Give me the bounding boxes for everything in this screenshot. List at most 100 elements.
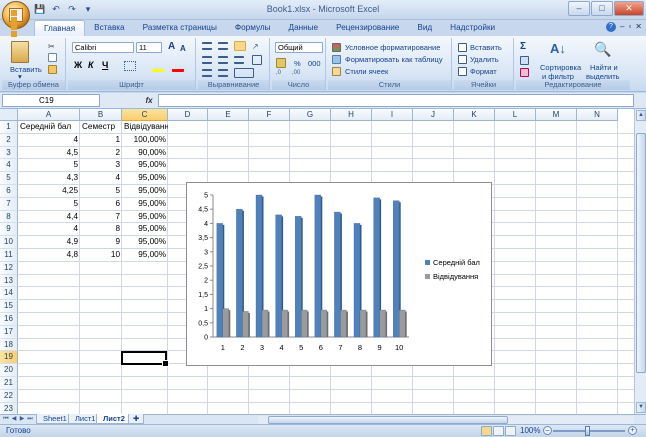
- maximize-button[interactable]: □: [591, 1, 613, 16]
- data-cell[interactable]: 90,00%: [122, 147, 168, 160]
- data-cell[interactable]: 5: [18, 159, 80, 172]
- column-header-H[interactable]: H: [331, 109, 372, 121]
- zoom-level[interactable]: 100%: [520, 425, 540, 437]
- row-header-4[interactable]: 4: [0, 159, 18, 173]
- align-middle-icon[interactable]: [218, 42, 228, 50]
- column-header-J[interactable]: J: [413, 109, 454, 121]
- cut-icon[interactable]: ✂: [48, 42, 56, 51]
- row-header-21[interactable]: 21: [0, 377, 18, 390]
- last-sheet-icon[interactable]: ⏭: [26, 415, 34, 424]
- office-button[interactable]: [2, 1, 30, 37]
- row-header-5[interactable]: 5: [0, 172, 18, 185]
- horizontal-scroll-thumb[interactable]: [268, 416, 508, 424]
- zoom-out-icon[interactable]: –: [543, 426, 552, 435]
- data-cell[interactable]: 95,00%: [122, 223, 168, 236]
- currency-icon[interactable]: [276, 58, 286, 68]
- row-header-6[interactable]: 6: [0, 185, 18, 198]
- header-cell[interactable]: Середній бал: [18, 121, 80, 134]
- zoom-slider-knob[interactable]: [585, 426, 590, 436]
- name-box[interactable]: C19: [2, 94, 100, 107]
- fill-icon[interactable]: [520, 56, 529, 65]
- data-cell[interactable]: 4,25: [18, 185, 80, 198]
- sheet-tab-2[interactable]: Лист2: [96, 414, 132, 424]
- row-header-15[interactable]: 15: [0, 300, 18, 313]
- tab-1[interactable]: Вставка: [85, 20, 133, 36]
- number-format-select[interactable]: Общий: [275, 42, 323, 53]
- column-header-L[interactable]: L: [495, 109, 536, 121]
- column-header-B[interactable]: B: [80, 109, 122, 121]
- grow-font-button[interactable]: A: [168, 42, 175, 52]
- tab-2[interactable]: Разметка страницы: [134, 20, 226, 36]
- row-header-1[interactable]: 1: [0, 121, 18, 134]
- data-cell[interactable]: 95,00%: [122, 172, 168, 185]
- cell-styles-button[interactable]: Стили ячеек: [345, 67, 388, 76]
- data-cell[interactable]: 8: [80, 223, 122, 236]
- autosum-button[interactable]: Σ: [520, 42, 526, 52]
- wrap-text-icon[interactable]: [252, 55, 262, 65]
- tab-7[interactable]: Надстройки: [441, 20, 504, 36]
- delete-cells-icon[interactable]: [458, 55, 467, 64]
- first-sheet-icon[interactable]: ⏮: [2, 415, 10, 424]
- find-select-button[interactable]: Найти и: [590, 63, 618, 72]
- merge-center-icon[interactable]: [234, 68, 254, 78]
- row-header-8[interactable]: 8: [0, 210, 18, 224]
- next-sheet-icon[interactable]: ▶: [18, 415, 26, 424]
- align-center-icon[interactable]: [218, 56, 228, 64]
- data-cell[interactable]: 3: [80, 159, 122, 172]
- row-header-20[interactable]: 20: [0, 364, 18, 377]
- row-header-2[interactable]: 2: [0, 133, 18, 147]
- borders-icon[interactable]: [124, 61, 136, 71]
- data-cell[interactable]: 1: [80, 134, 122, 147]
- page-break-view-button[interactable]: [505, 426, 516, 436]
- find-select-icon[interactable]: 🔍: [594, 41, 612, 59]
- data-cell[interactable]: 95,00%: [122, 198, 168, 211]
- row-header-10[interactable]: 10: [0, 236, 18, 249]
- data-cell[interactable]: 4: [18, 134, 80, 147]
- scroll-up-icon[interactable]: ▲: [636, 110, 646, 121]
- column-header-M[interactable]: M: [536, 109, 577, 121]
- paste-icon[interactable]: [11, 41, 29, 63]
- row-header-11[interactable]: 11: [0, 249, 18, 262]
- row-header-17[interactable]: 17: [0, 325, 18, 339]
- row-header-12[interactable]: 12: [0, 261, 18, 275]
- bold-button[interactable]: Ж: [74, 61, 82, 70]
- data-cell[interactable]: 95,00%: [122, 159, 168, 172]
- column-header-E[interactable]: E: [208, 109, 249, 121]
- row-header-23[interactable]: 23: [0, 402, 18, 414]
- minimize-button[interactable]: –: [568, 1, 590, 16]
- insert-function-button[interactable]: fx: [140, 94, 158, 107]
- data-cell[interactable]: 2: [80, 147, 122, 160]
- normal-view-button[interactable]: [481, 426, 492, 436]
- insert-cells-icon[interactable]: [458, 43, 467, 52]
- column-header-D[interactable]: D: [168, 109, 208, 121]
- row-header-19[interactable]: 19: [0, 351, 18, 365]
- vertical-scroll-thumb[interactable]: [636, 133, 646, 373]
- column-header-N[interactable]: N: [577, 109, 618, 121]
- insert-cells-button[interactable]: Вставить: [470, 43, 502, 52]
- data-cell[interactable]: 4,4: [18, 211, 80, 224]
- underline-button[interactable]: Ч: [102, 61, 108, 70]
- thousands-button[interactable]: 000: [308, 59, 321, 68]
- decrease-decimal-icon[interactable]: ,00: [292, 70, 304, 78]
- data-cell[interactable]: 6: [80, 198, 122, 211]
- fill-color-icon[interactable]: [152, 60, 164, 72]
- vertical-scrollbar[interactable]: ▲ ▼: [634, 109, 646, 414]
- format-as-table-button[interactable]: Форматировать как таблицу: [345, 55, 443, 64]
- page-layout-view-button[interactable]: [493, 426, 504, 436]
- data-cell[interactable]: 4,5: [18, 147, 80, 160]
- data-cell[interactable]: 10: [80, 249, 122, 262]
- row-header-9[interactable]: 9: [0, 223, 18, 237]
- column-header-G[interactable]: G: [290, 109, 331, 121]
- data-cell[interactable]: 4,3: [18, 172, 80, 185]
- ribbon-close-icon[interactable]: ✕: [635, 22, 642, 32]
- tab-6[interactable]: Вид: [408, 20, 441, 36]
- ribbon-restore-icon[interactable]: ▫: [628, 22, 631, 32]
- ribbon-minimize-icon[interactable]: –: [620, 22, 624, 32]
- tab-5[interactable]: Рецензирование: [327, 20, 408, 36]
- insert-sheet-icon[interactable]: ✚: [128, 414, 145, 424]
- orientation-icon[interactable]: ↗: [252, 42, 262, 51]
- row-header-14[interactable]: 14: [0, 287, 18, 301]
- help-icon[interactable]: ?: [606, 22, 616, 32]
- data-cell[interactable]: 95,00%: [122, 211, 168, 224]
- format-table-icon[interactable]: [332, 55, 341, 64]
